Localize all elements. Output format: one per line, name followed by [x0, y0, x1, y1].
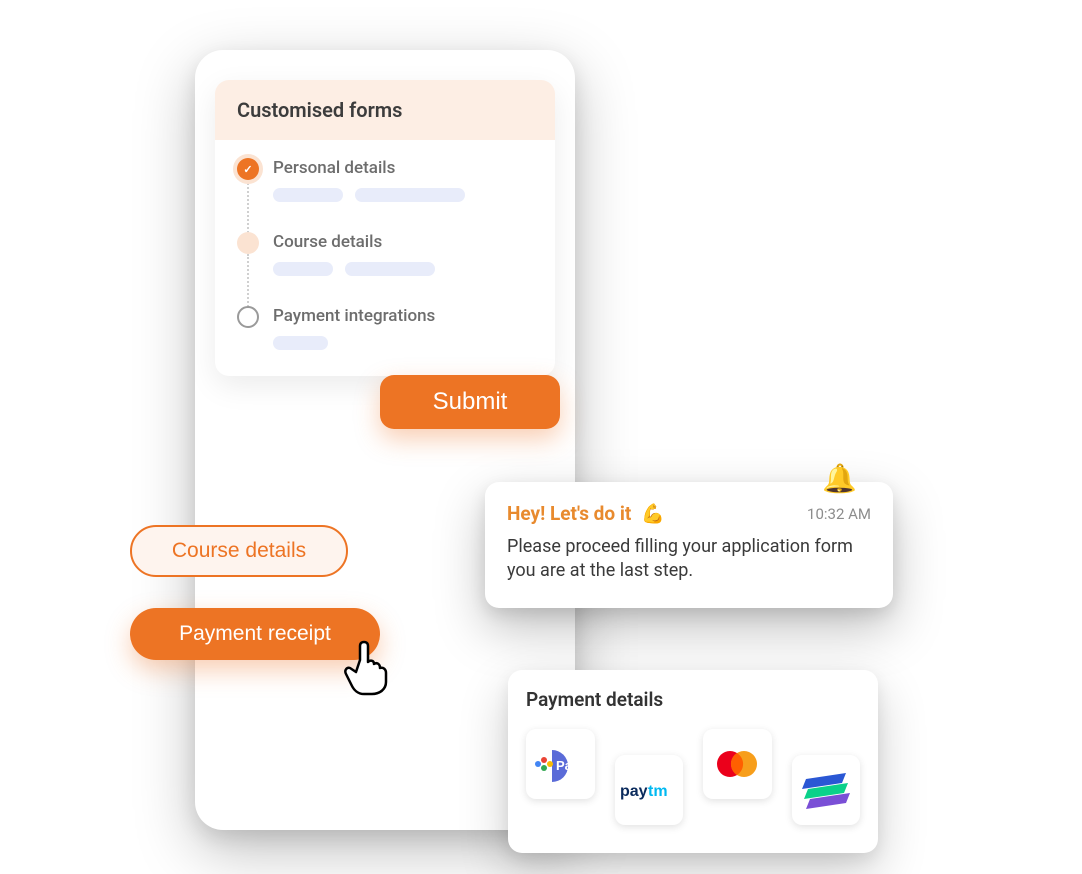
- step-personal-details[interactable]: Personal details: [237, 158, 533, 232]
- payment-title: Payment details: [526, 688, 860, 711]
- notification-title: Hey! Let's do it 💪: [507, 502, 665, 525]
- placeholder-bar: [355, 188, 465, 202]
- gpay-tile[interactable]: Pay: [526, 729, 595, 799]
- paytm-icon: pay tm: [620, 779, 678, 801]
- steps-list: Personal details Course details: [215, 140, 555, 376]
- placeholder-bar: [273, 336, 328, 350]
- bell-icon: 🔔: [822, 462, 857, 495]
- notification-body: Please proceed filling your application …: [507, 535, 871, 584]
- dot-icon: [237, 232, 259, 254]
- placeholder-bar: [345, 262, 435, 276]
- course-details-pill[interactable]: Course details: [130, 525, 348, 577]
- svg-text:tm: tm: [648, 783, 668, 800]
- placeholder-row: [273, 188, 533, 202]
- gpay-icon: Pay: [534, 744, 586, 784]
- svg-text:pay: pay: [620, 783, 648, 800]
- paytm-tile[interactable]: pay tm: [615, 755, 684, 825]
- step-label: Payment integrations: [273, 306, 533, 326]
- step-course-details[interactable]: Course details: [237, 232, 533, 306]
- placeholder-bar: [273, 188, 343, 202]
- placeholder-row: [273, 336, 533, 350]
- mastercard-tile[interactable]: [703, 729, 772, 799]
- razorpay-tile[interactable]: [792, 755, 861, 825]
- svg-text:Pay: Pay: [556, 758, 580, 773]
- step-payment-integrations[interactable]: Payment integrations: [237, 306, 533, 350]
- step-label: Personal details: [273, 158, 533, 178]
- submit-button[interactable]: Submit: [380, 375, 560, 429]
- mastercard-icon: [712, 748, 762, 780]
- notification-card: 🔔 Hey! Let's do it 💪 10:32 AM Please pro…: [485, 482, 893, 608]
- placeholder-bar: [273, 262, 333, 276]
- notification-header: Hey! Let's do it 💪 10:32 AM: [507, 502, 871, 525]
- step-connector: [247, 180, 249, 236]
- customised-forms-panel: Customised forms Personal details Course: [215, 80, 555, 376]
- razorpay-icon: [802, 769, 850, 811]
- notification-title-text: Hey! Let's do it: [507, 502, 631, 525]
- payment-details-panel: Payment details Pay pay tm: [508, 670, 878, 853]
- flex-icon: 💪: [641, 502, 665, 525]
- cursor-hand-icon: [340, 640, 390, 696]
- step-label: Course details: [273, 232, 533, 252]
- payment-methods-row: Pay pay tm: [526, 729, 860, 825]
- forms-header: Customised forms: [215, 80, 555, 140]
- circle-icon: [237, 306, 259, 328]
- check-icon: [237, 158, 259, 180]
- notification-time: 10:32 AM: [807, 505, 871, 523]
- step-connector: [247, 254, 249, 310]
- placeholder-row: [273, 262, 533, 276]
